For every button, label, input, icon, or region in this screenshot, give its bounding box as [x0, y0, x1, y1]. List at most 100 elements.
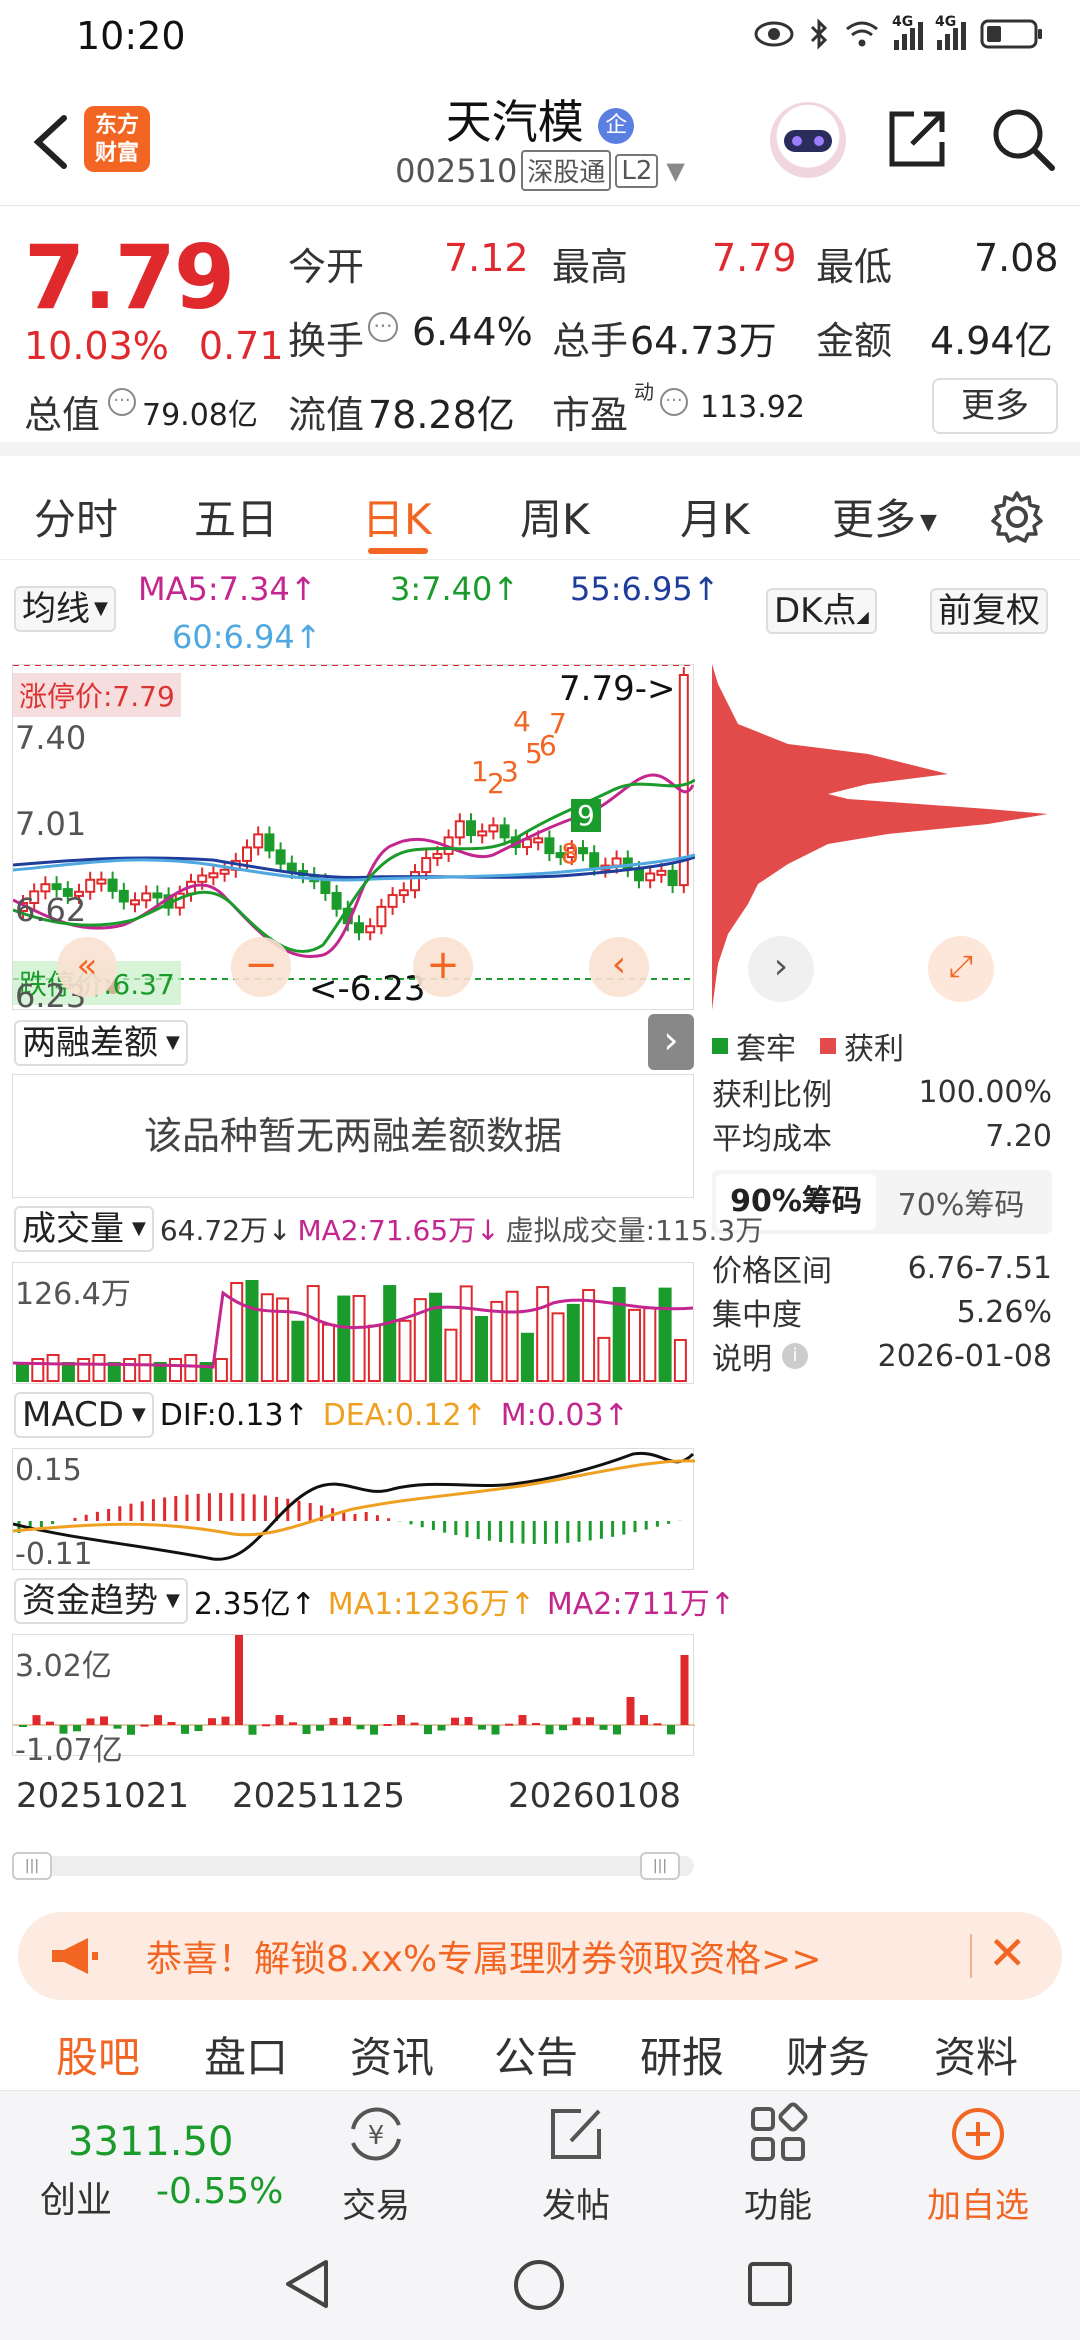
share-icon[interactable] — [884, 106, 950, 172]
candle-body — [667, 869, 678, 887]
fund-bar — [383, 1723, 392, 1726]
tab-daily-k[interactable]: 日K — [362, 486, 432, 547]
zoom-out-icon[interactable]: − — [231, 937, 291, 997]
y-label: 6.62 — [15, 891, 87, 929]
chip-distribution-chart[interactable]: › ⤢ — [708, 664, 1052, 1010]
candle-body — [152, 892, 163, 899]
fund-bar — [208, 1718, 216, 1725]
chip-next-icon[interactable]: › — [748, 936, 814, 1002]
dk-point-button[interactable]: DK点◢ — [766, 588, 877, 634]
fund-bar — [343, 1716, 351, 1725]
expand-icon[interactable]: ⤢ — [928, 936, 994, 1002]
mktcap-value: 79.08亿 — [142, 398, 258, 433]
close-icon[interactable]: ✕ — [988, 1926, 1027, 1980]
virtual-volume: 虚拟成交量:115.3万 — [505, 1214, 764, 1247]
tab-five-day[interactable]: 五日 — [194, 486, 278, 547]
pe-value: 113.92 — [700, 390, 805, 425]
info-icon[interactable]: ··· — [368, 312, 398, 342]
low-label: 最低 — [816, 245, 893, 289]
tab-orderbook[interactable]: 盘口 — [204, 2024, 288, 2085]
macd-chart[interactable]: 0.15 -0.11 — [12, 1448, 696, 1572]
volume-bar — [214, 1358, 228, 1382]
volume-label: 总手 — [552, 319, 629, 363]
candle-body — [118, 889, 129, 903]
tab-weekly-k[interactable]: 周K — [520, 486, 590, 547]
caret-down-icon: ▼ — [131, 1404, 146, 1425]
margin-empty-state: 该品种暂无两融差额数据 — [12, 1074, 694, 1198]
range-scrollbar[interactable]: ||| ||| — [12, 1852, 694, 1880]
index-ticker[interactable]: 3311.50 创业 -0.55% — [20, 2097, 283, 2221]
caret-down-icon: ▼ — [166, 1590, 180, 1611]
assistant-avatar[interactable] — [770, 102, 846, 178]
nav-post[interactable]: 发帖 — [506, 2099, 646, 2227]
scroll-left-icon[interactable]: ‹ — [589, 937, 649, 997]
change-percent: 10.03% — [24, 324, 169, 368]
back-triangle-icon[interactable] — [282, 2258, 332, 2310]
signal-number: 3 — [501, 755, 519, 788]
home-circle-icon[interactable] — [512, 2258, 566, 2312]
volume-chart[interactable]: 126.4万 — [12, 1262, 694, 1384]
nav-functions[interactable]: 功能 — [708, 2099, 848, 2227]
fund-bar — [505, 1723, 513, 1726]
info-icon[interactable]: ··· — [108, 388, 136, 416]
fund-chart[interactable]: 3.02亿 -1.07亿 — [12, 1634, 695, 1768]
tab-monthly-k[interactable]: 月K — [680, 486, 750, 547]
nav-trade[interactable]: ¥ 交易 — [306, 2099, 446, 2227]
info-icon[interactable]: i — [782, 1343, 808, 1369]
enterprise-badge: 企 — [598, 107, 635, 144]
fund-header: 资金趋势 ▼ 2.35亿↑ MA1:1236万↑ MA2:711万↑ — [14, 1578, 735, 1624]
kline-chart[interactable]: 涨停价:7.79 跌停价:6.37 7.40 7.01 6.62 6.23 7.… — [12, 664, 696, 1015]
fund-bar — [640, 1715, 648, 1725]
scroll-start-icon[interactable]: « — [57, 937, 117, 997]
tab-announcements[interactable]: 公告 — [494, 2024, 578, 2085]
volume-bar — [77, 1358, 91, 1382]
recents-square-icon[interactable] — [746, 2260, 794, 2308]
stock-header: 东方 财富 天汽模 企 002510 深股通 L2 ▼ — [0, 76, 1080, 206]
macd-selector[interactable]: MACD ▼ — [14, 1392, 154, 1438]
settings-gear-icon[interactable] — [990, 490, 1044, 544]
content-tabs: 股吧 盘口 资讯 公告 研报 财务 资料 — [0, 2020, 1080, 2090]
signal-2-icon: 4G — [935, 14, 966, 50]
caret-down-icon: ▼ — [920, 510, 937, 535]
tab-forum[interactable]: 股吧 — [56, 2024, 140, 2085]
tab-profile[interactable]: 资料 — [934, 2024, 1018, 2085]
ma-selector[interactable]: 均线 ▼ — [14, 586, 116, 632]
y-label: 7.40 — [15, 719, 87, 757]
fund-bar — [410, 1722, 419, 1725]
volume-bar — [628, 1308, 641, 1382]
tab-finance[interactable]: 财务 — [786, 2024, 870, 2085]
more-button[interactable]: 更多 — [932, 378, 1058, 434]
candle-body — [645, 872, 656, 882]
volume-header: 成交量 ▼ 64.72万↓ MA2:71.65万↓ 虚拟成交量:115.3万 — [14, 1206, 763, 1252]
tab-news[interactable]: 资讯 — [350, 2024, 434, 2085]
fund-bar — [613, 1725, 621, 1735]
bottom-nav: 3311.50 创业 -0.55% ¥ 交易 发帖 功能 加自选 — [0, 2090, 1080, 2227]
signal-number: 4 — [513, 705, 531, 738]
volume-selector[interactable]: 成交量 ▼ — [14, 1206, 154, 1252]
fund-bar — [478, 1725, 486, 1730]
stock-code: 002510 — [395, 151, 518, 190]
search-icon[interactable] — [988, 104, 1058, 174]
fund-bar — [680, 1655, 689, 1725]
promo-banner[interactable]: 恭喜！解锁8.xx%专属理财券领取资格>> ✕ — [18, 1912, 1062, 2000]
fund-bar — [451, 1717, 459, 1725]
fund-ma1: MA1:1236万↑ — [327, 1587, 535, 1622]
expand-side-icon[interactable]: › — [648, 1014, 694, 1070]
range-handle-left[interactable]: ||| — [12, 1852, 52, 1880]
tab-research[interactable]: 研报 — [640, 2024, 724, 2085]
margin-selector[interactable]: 两融差额 ▼ — [14, 1020, 188, 1066]
chip-row: 平均成本 7.20 — [712, 1118, 1052, 1158]
adjust-price-button[interactable]: 前复权 — [930, 588, 1048, 634]
fund-bar — [289, 1722, 297, 1725]
info-icon[interactable]: ··· — [660, 388, 688, 416]
signal-1-icon: 4G — [892, 14, 923, 50]
tab-intraday[interactable]: 分时 — [34, 486, 118, 547]
fund-selector[interactable]: 资金趋势 ▼ — [14, 1578, 188, 1624]
tab-more[interactable]: 更多 ▼ — [832, 486, 937, 547]
tab-70-chips[interactable]: 70%筹码 — [876, 1180, 1046, 1224]
zoom-in-icon[interactable]: + — [413, 937, 473, 997]
chip-row: 说明 i 2026-01-08 — [712, 1338, 1052, 1378]
range-handle-right[interactable]: ||| — [640, 1852, 680, 1880]
nav-add-watchlist[interactable]: 加自选 — [908, 2099, 1048, 2227]
fund-bar — [248, 1725, 257, 1735]
